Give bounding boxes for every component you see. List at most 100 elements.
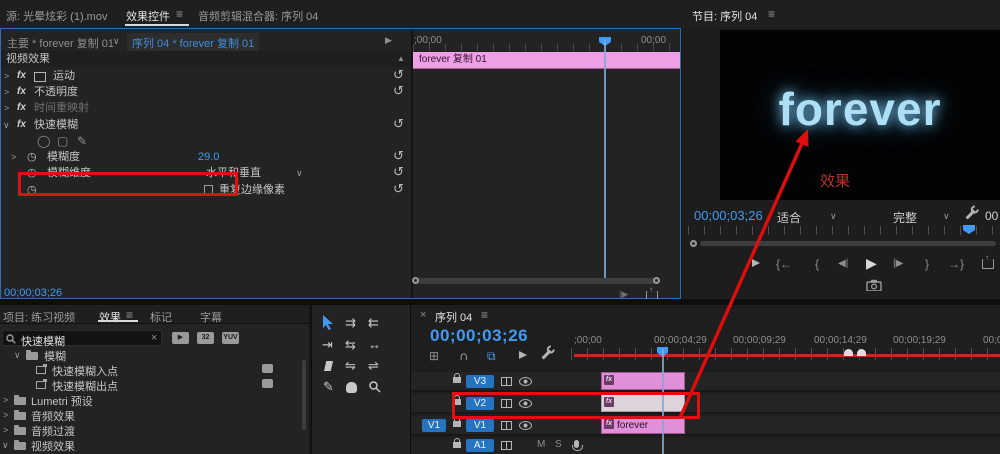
tab-audio-mixer[interactable]: 音频剪辑混合器: 序列 04 (198, 8, 318, 24)
dropdown-chevron-icon[interactable]: ∨ (943, 211, 950, 222)
master-clip-label[interactable]: 主要 * forever 复制 01 (7, 35, 114, 51)
track-a1-button[interactable]: A1 (466, 439, 494, 452)
source-patch-v1[interactable]: V1 (422, 419, 446, 432)
effect-row-motion[interactable]: > fx 运动 ↺ (1, 67, 411, 84)
chevron-down-icon[interactable]: ∨ (113, 36, 120, 47)
mute-button[interactable]: M (537, 439, 545, 450)
resolution-dropdown[interactable]: 完整 (893, 209, 917, 226)
ecp-scroll-knob-left[interactable] (412, 277, 419, 284)
track-v3-button[interactable]: V3 (466, 375, 494, 388)
linked-selection-icon[interactable]: ⧉ (487, 349, 496, 364)
panel-menu-icon[interactable]: ≡ (176, 7, 183, 21)
sync-lock-icon[interactable] (501, 377, 512, 386)
snap-magnet-icon[interactable]: ∩ (459, 348, 468, 363)
timeline-settings-icon[interactable] (541, 349, 552, 360)
sequence-clip-label[interactable]: 序列 04 * forever 复制 01 (127, 33, 260, 53)
yuv-filter-icon[interactable]: YUV (222, 332, 239, 344)
tab-sequence-04[interactable]: 序列 04 (435, 309, 472, 325)
lock-icon[interactable] (453, 373, 461, 383)
sequence-marker[interactable] (857, 349, 866, 356)
sequence-marker[interactable] (844, 349, 853, 356)
panel-divider[interactable] (411, 29, 413, 298)
pen-mask-icon[interactable]: ✎ (77, 133, 87, 149)
reset-icon[interactable]: ↺ (393, 164, 404, 180)
step-forward-icon[interactable]: |▶ (893, 258, 903, 269)
slip-tool[interactable]: ⇋ (345, 358, 356, 374)
ellipse-mask-icon[interactable]: ◯ (37, 133, 50, 149)
program-h-scrollbar[interactable] (700, 241, 996, 246)
reset-icon[interactable]: ↺ (393, 181, 404, 197)
effect-row-time-remap[interactable]: > fx 时间重映射 (1, 100, 411, 116)
expand-icon[interactable]: > (4, 100, 9, 116)
param-row-blurriness[interactable]: > ◷ 模糊度 29.0 ↺ (1, 148, 411, 165)
tab-program-monitor[interactable]: 节目: 序列 04 (692, 8, 757, 24)
step-back-icon[interactable]: ◀| (838, 258, 848, 269)
expand-icon[interactable]: > (4, 84, 9, 100)
mark-out-icon[interactable]: } (925, 257, 929, 271)
collapse-icon[interactable]: ∨ (3, 117, 10, 133)
rolling-edit-tool[interactable]: ⇆ (345, 337, 356, 353)
expand-icon[interactable]: > (4, 68, 9, 84)
section-video-effects[interactable]: 视频效果 ▲ (1, 51, 411, 67)
reset-icon[interactable]: ↺ (393, 148, 404, 164)
stopwatch-icon[interactable]: ◷ (27, 149, 37, 165)
program-timecode[interactable]: 00;00;03;26 (694, 208, 763, 223)
expand-icon[interactable]: > (3, 425, 8, 435)
slide-tool[interactable]: ⇌ (368, 358, 379, 374)
zoom-tool[interactable] (369, 381, 381, 393)
program-scroll-knob[interactable] (690, 240, 697, 247)
goto-in-icon[interactable]: {← (776, 257, 792, 271)
search-input-value[interactable]: 快速模糊 (21, 333, 65, 349)
tab-markers[interactable]: 标记 (150, 309, 172, 325)
tab-effect-controls[interactable]: 效果控件 (126, 8, 170, 24)
show-timeline-icon[interactable]: ▶ (385, 35, 392, 46)
collapse-icon[interactable]: ▲ (397, 51, 405, 67)
solo-button[interactable]: S (555, 439, 562, 450)
rate-stretch-tool[interactable]: ↔ (368, 337, 381, 352)
program-mini-ruler[interactable] (688, 226, 998, 235)
sync-lock-icon[interactable] (501, 441, 512, 450)
insert-grid-icon[interactable]: ⊞ (429, 349, 439, 363)
toggle-visibility-eye-icon[interactable] (519, 421, 532, 430)
reset-icon[interactable]: ↺ (393, 83, 404, 99)
ecp-playhead-line[interactable] (604, 39, 606, 284)
expand-icon[interactable]: > (3, 395, 8, 405)
effect-row-fast-blur[interactable]: ∨ fx 快速模糊 ↺ (1, 116, 411, 133)
play-icon[interactable]: ▶ (866, 255, 877, 272)
panel-menu-icon[interactable]: ≡ (768, 7, 775, 21)
export-button-icon[interactable] (982, 253, 994, 269)
add-marker-icon[interactable] (519, 351, 527, 359)
collapse-icon[interactable]: ∨ (14, 350, 21, 361)
pen-tool[interactable]: ✎ (323, 379, 334, 395)
tab-source-monitor[interactable]: 源: 光晕炫彩 (1).mov (6, 8, 107, 24)
dropdown-chevron-icon[interactable]: ∨ (830, 211, 837, 222)
program-video-frame[interactable]: forever 效果 (720, 30, 1000, 200)
panel-menu-icon[interactable]: ≡ (481, 308, 488, 322)
sync-lock-icon[interactable] (501, 421, 512, 430)
ecp-clip-bar[interactable]: forever 复制 01 (413, 52, 680, 69)
razor-tool[interactable] (324, 361, 333, 371)
blurriness-value[interactable]: 29.0 (198, 149, 219, 165)
ecp-h-scrollbar[interactable] (415, 278, 657, 284)
ecp-ruler[interactable] (413, 44, 680, 51)
effects-v-scrollbar[interactable] (302, 360, 306, 430)
toggle-visibility-eye-icon[interactable] (519, 377, 532, 386)
32bit-filter-icon[interactable]: 32 (197, 332, 214, 344)
ecp-timecode[interactable]: 00;00;03;26 (4, 287, 62, 299)
effects-search-box[interactable]: 快速模糊 × (2, 330, 162, 349)
collapse-icon[interactable]: ∨ (2, 440, 9, 451)
selection-tool[interactable] (322, 315, 335, 330)
add-marker-icon[interactable] (752, 259, 760, 267)
tab-effects[interactable]: 效果 (99, 309, 121, 325)
effect-row-opacity[interactable]: > fx 不透明度 ↺ (1, 83, 411, 100)
tab-captions[interactable]: 字幕 (200, 309, 222, 325)
voiceover-mic-icon[interactable] (572, 440, 583, 451)
expand-icon[interactable]: > (3, 410, 8, 420)
search-clear-icon[interactable]: × (151, 332, 157, 344)
hand-tool[interactable] (346, 382, 357, 393)
reset-icon[interactable]: ↺ (393, 116, 404, 132)
lock-icon[interactable] (453, 417, 461, 427)
expand-icon[interactable]: > (11, 149, 16, 165)
export-frame-camera-icon[interactable] (866, 279, 882, 291)
lock-icon[interactable] (453, 438, 461, 448)
